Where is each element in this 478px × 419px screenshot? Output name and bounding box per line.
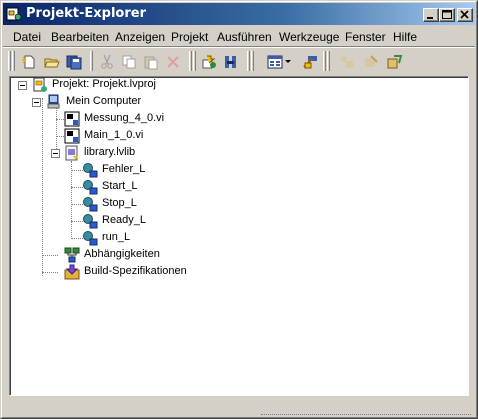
shared-variable-icon [83, 163, 98, 178]
toolbar-separator [90, 51, 93, 71]
toolbar [3, 49, 475, 75]
dependencies-icon [64, 247, 80, 263]
collapse-toggle-project[interactable] [18, 81, 27, 90]
cut-button[interactable] [97, 52, 117, 72]
collapse-icon [365, 55, 378, 67]
save-all-icon [66, 55, 82, 70]
menu-datei[interactable]: Datei [13, 30, 41, 44]
collapse-button[interactable] [361, 52, 381, 72]
menu-hilfe[interactable]: Hilfe [393, 30, 417, 44]
menu-bar: Datei Bearbeiten Anzeigen Projekt Ausfüh… [3, 27, 475, 46]
toolbar-separator [327, 51, 330, 71]
paste-icon [144, 56, 158, 70]
variable-label: Ready_L [102, 214, 147, 226]
vi-icon [64, 111, 80, 127]
variable-label: Start_L [102, 180, 138, 192]
vi-label: Main_1_0.vi [84, 129, 144, 141]
minimize-icon [427, 17, 433, 19]
tree-line [71, 161, 73, 239]
vi-label: Messung_4_0.vi [84, 112, 165, 124]
toolbar-separator [193, 51, 196, 71]
view-dropdown-button[interactable] [284, 52, 296, 72]
build-specifications-icon [64, 264, 80, 280]
toolbar-separator [189, 51, 192, 71]
shared-variable-icon [83, 231, 98, 246]
view-button[interactable] [265, 52, 285, 72]
maximize-button[interactable] [439, 8, 455, 22]
variable-label: run_L [102, 231, 131, 243]
toolbar-separator [247, 51, 250, 71]
file-settings-button[interactable] [301, 52, 321, 72]
close-icon [460, 10, 469, 19]
menu-anzeigen[interactable]: Anzeigen [115, 30, 165, 44]
view-icon [267, 55, 283, 69]
deploy-button[interactable] [221, 52, 241, 72]
toolbar-separator [251, 51, 254, 71]
build-specs-label: Build-Spezifikationen [84, 265, 187, 277]
maximize-icon [442, 10, 452, 19]
variable-label: Fehler_L [102, 163, 146, 175]
project-label: Projekt: Projekt.lvproj [52, 78, 156, 90]
expand-button[interactable] [337, 52, 357, 72]
project-explorer-window: Projekt-Explorer Datei Bearbeiten Anzeig… [0, 0, 478, 419]
menu-bearbeiten[interactable]: Bearbeiten [51, 30, 109, 44]
title-bar[interactable]: Projekt-Explorer [3, 3, 475, 25]
menu-projekt[interactable]: Projekt [171, 30, 208, 44]
file-settings-icon [303, 56, 317, 69]
tree-line [42, 98, 44, 276]
chevron-down-icon [285, 60, 291, 63]
cut-icon [101, 54, 113, 69]
menu-werkzeuge[interactable]: Werkzeuge [279, 30, 339, 44]
shared-variable-icon [83, 197, 98, 212]
collapse-toggle-library[interactable] [51, 149, 60, 158]
new-icon [22, 55, 35, 69]
toolbar-grip[interactable] [12, 51, 15, 71]
sort-icon [387, 55, 403, 69]
tree-line [42, 255, 58, 257]
paste-button[interactable] [141, 52, 161, 72]
vi-icon [64, 128, 80, 144]
open-button[interactable] [42, 52, 62, 72]
toolbar-separator [323, 51, 326, 71]
deploy-icon [225, 56, 236, 68]
project-tree[interactable]: Projekt: Projekt.lvproj Mein Computer Me… [9, 76, 469, 396]
save-all-button[interactable] [64, 52, 84, 72]
expand-icon [341, 56, 353, 68]
open-icon [44, 58, 60, 68]
dependencies-label: Abhängigkeiten [84, 248, 160, 260]
toolbar-grip[interactable] [8, 51, 11, 71]
variable-label: Stop_L [102, 197, 137, 209]
copy-icon [122, 55, 136, 69]
close-button[interactable] [457, 8, 473, 22]
bottom-edge [261, 414, 471, 419]
shared-variable-icon [83, 180, 98, 195]
new-button[interactable] [19, 52, 39, 72]
menu-separator [3, 46, 475, 48]
minimize-button[interactable] [423, 8, 439, 22]
window-title: Projekt-Explorer [26, 6, 146, 21]
sort-button[interactable] [385, 52, 405, 72]
copy-button[interactable] [119, 52, 139, 72]
project-explorer-icon [6, 6, 22, 22]
shared-variable-icon [83, 214, 98, 229]
computer-icon [47, 94, 60, 109]
tree-line [42, 272, 58, 274]
library-icon [65, 145, 78, 161]
build-button[interactable] [199, 52, 219, 72]
project-file-icon [33, 77, 47, 92]
computer-label: Mein Computer [66, 95, 142, 107]
tree-line [56, 107, 58, 153]
build-icon [202, 55, 216, 69]
menu-fenster[interactable]: Fenster [345, 30, 386, 44]
delete-icon [167, 56, 179, 68]
library-label: library.lvlib [84, 146, 136, 158]
collapse-toggle-computer[interactable] [32, 98, 41, 107]
delete-button[interactable] [163, 52, 183, 72]
menu-ausfuehren[interactable]: Ausführen [217, 30, 272, 44]
